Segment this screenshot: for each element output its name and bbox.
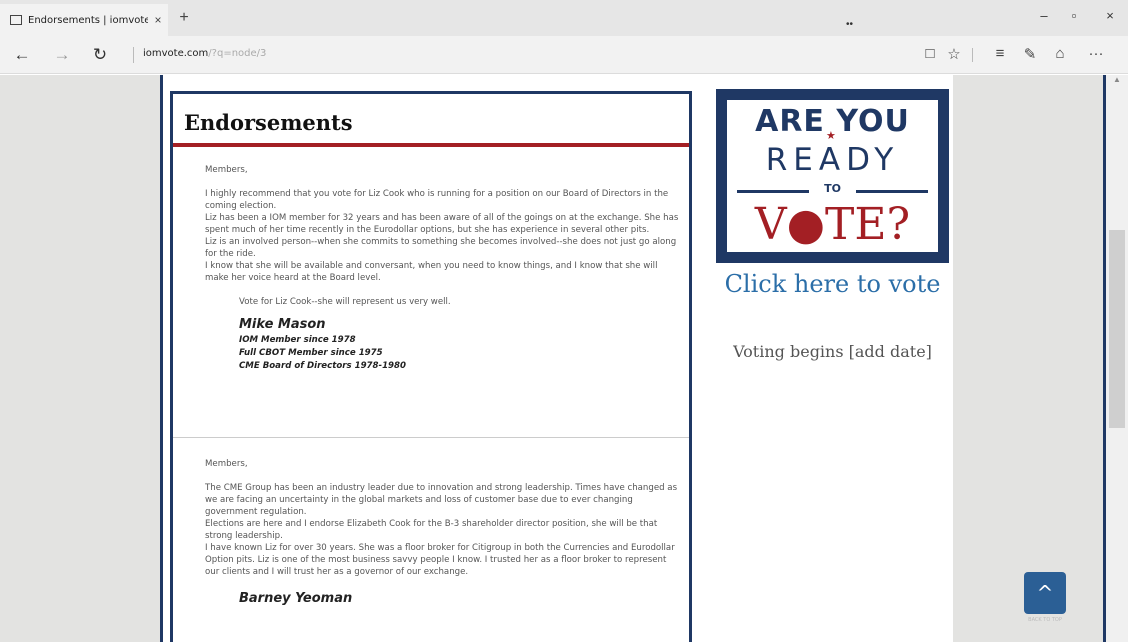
scroll-up-icon[interactable]: ▲ bbox=[1106, 75, 1128, 84]
endorsement-letter-2: Members, The CME Group has been an indus… bbox=[205, 458, 681, 608]
url-field[interactable]: iomvote.com/?q=node/3 bbox=[143, 48, 266, 59]
letter-paragraph: The CME Group has been an industry leade… bbox=[205, 483, 678, 517]
scrollbar-thumb[interactable] bbox=[1109, 230, 1125, 428]
close-window-button[interactable]: × bbox=[1100, 8, 1120, 23]
vote-banner[interactable]: ARE YOU ★ READY TO V●TE? bbox=[716, 89, 949, 263]
address-separator bbox=[133, 47, 134, 63]
page-icon bbox=[10, 15, 22, 25]
letter-paragraph: Liz has been a IOM member for 32 years a… bbox=[205, 213, 679, 235]
maximize-button[interactable]: ▫ bbox=[1064, 8, 1084, 23]
letter-salutation: Members, bbox=[205, 459, 248, 469]
star-icon: ★ bbox=[826, 130, 836, 142]
url-path: /?q=node/3 bbox=[208, 48, 267, 59]
scrollbar[interactable]: ▲ bbox=[1106, 75, 1128, 642]
back-to-top-label: BACK TO TOP bbox=[1028, 617, 1062, 623]
signature-credential: IOM Member since 1978 bbox=[239, 335, 356, 345]
voting-begins-text: Voting begins [add date] bbox=[733, 342, 932, 361]
back-button[interactable]: ← bbox=[12, 45, 32, 65]
title-rule bbox=[173, 143, 689, 147]
reading-view-icon[interactable]: □ bbox=[920, 45, 940, 62]
tab-title: Endorsements | iomvote bbox=[28, 14, 148, 26]
letter-salutation: Members, bbox=[205, 165, 248, 175]
vote-banner-inner: ARE YOU ★ READY TO V●TE? bbox=[727, 100, 938, 252]
url-host: iomvote.com bbox=[143, 48, 209, 59]
chevron-up-icon: ^ bbox=[1036, 581, 1054, 605]
signature-block: Barney Yeoman bbox=[205, 590, 681, 608]
signature-credential: Full CBOT Member since 1975 bbox=[239, 348, 383, 358]
more-icon[interactable]: ··· bbox=[1086, 45, 1106, 62]
tab-bar: Endorsements | iomvote × + •• – ▫ × bbox=[0, 0, 1128, 36]
letter-paragraph: Elections are here and I endorse Elizabe… bbox=[205, 519, 658, 541]
letter-paragraph: I highly recommend that you vote for Liz… bbox=[205, 189, 669, 211]
toolbar-separator bbox=[972, 48, 973, 62]
signature-block: Mike Mason IOM Member since 1978 Full CB… bbox=[205, 316, 681, 373]
address-bar: ← → ↻ iomvote.com/?q=node/3 □ ☆ ≡ ✎ ⌂ ··… bbox=[0, 36, 1128, 74]
share-icon[interactable]: ⌂ bbox=[1050, 45, 1070, 62]
endorsement-letter-1: Members, I highly recommend that you vot… bbox=[205, 164, 681, 373]
forward-button[interactable]: → bbox=[52, 45, 72, 65]
new-tab-button[interactable]: + bbox=[176, 9, 192, 27]
close-tab-icon[interactable]: × bbox=[148, 13, 168, 27]
web-note-icon[interactable]: ✎ bbox=[1020, 45, 1040, 63]
banner-line-4: V●TE? bbox=[754, 199, 911, 250]
endorsements-panel: Endorsements Members, I highly recommend… bbox=[170, 91, 692, 642]
minimize-button[interactable]: – bbox=[1034, 8, 1054, 23]
letter-divider bbox=[173, 437, 689, 438]
letter-paragraph: I know that she will be available and co… bbox=[205, 261, 658, 283]
signature-credential: CME Board of Directors 1978-1980 bbox=[239, 361, 406, 371]
content-area: Endorsements Members, I highly recommend… bbox=[163, 75, 953, 642]
favorite-icon[interactable]: ☆ bbox=[944, 45, 964, 63]
page-title: Endorsements bbox=[184, 110, 353, 135]
letter-paragraph: I have known Liz for over 30 years. She … bbox=[205, 543, 675, 577]
banner-line-3: TO bbox=[824, 182, 841, 195]
tab-actions-icon[interactable]: •• bbox=[846, 19, 853, 30]
hub-icon[interactable]: ≡ bbox=[990, 45, 1010, 62]
letter-closing: Vote for Liz Cook--she will represent us… bbox=[239, 297, 451, 307]
refresh-button[interactable]: ↻ bbox=[90, 45, 110, 65]
vote-link[interactable]: Click here to vote bbox=[716, 268, 949, 301]
signature-name: Barney Yeoman bbox=[239, 591, 353, 606]
left-gutter bbox=[0, 75, 163, 642]
letter-paragraph: Liz is an involved person--when she comm… bbox=[205, 237, 677, 259]
browser-tab[interactable]: Endorsements | iomvote × bbox=[0, 4, 168, 36]
back-to-top-button[interactable]: ^ bbox=[1024, 572, 1066, 614]
banner-line-2: READY bbox=[765, 142, 900, 178]
right-gutter bbox=[953, 75, 1106, 642]
page-viewport: ▲ Endorsements Members, I highly recomme… bbox=[0, 75, 1128, 642]
signature-name: Mike Mason bbox=[239, 317, 326, 332]
